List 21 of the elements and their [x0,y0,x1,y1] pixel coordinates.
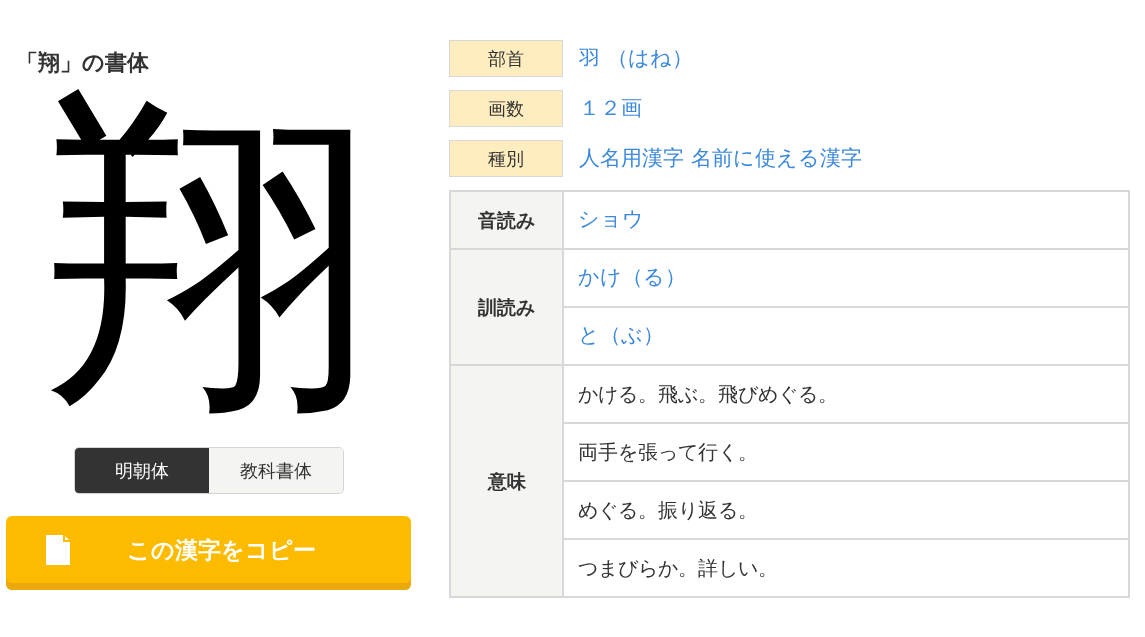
info-link[interactable]: 人名用漢字 名前に使える漢字 [579,142,862,175]
document-icon [46,535,72,565]
info-label: 画数 [449,90,563,127]
font-tab[interactable]: 教科書体 [208,448,343,493]
font-tab[interactable]: 明朝体 [74,448,209,493]
row-header: 訓読み [450,249,563,365]
row-header: 意味 [450,365,563,597]
info-label: 部首 [449,40,563,77]
reading-link[interactable]: ショウ [563,191,1129,249]
info-link[interactable]: １２画 [579,92,642,125]
kanji-glyph: 翔 [43,89,374,419]
meaning-cell: つまびらか。詳しい。 [563,539,1129,597]
reading-link[interactable]: かけ（る） [563,249,1129,307]
reading-link[interactable]: と（ぶ） [563,307,1129,365]
meaning-cell: かける。飛ぶ。飛びめぐる。 [563,365,1129,423]
info-label: 種別 [449,140,563,177]
info-link[interactable]: 羽 （はね） [579,42,693,75]
meaning-cell: めぐる。振り返る。 [563,481,1129,539]
meaning-cell: 両手を張って行く。 [563,423,1129,481]
row-header: 音読み [450,191,563,249]
section-title: 「翔」の書体 [16,49,149,77]
